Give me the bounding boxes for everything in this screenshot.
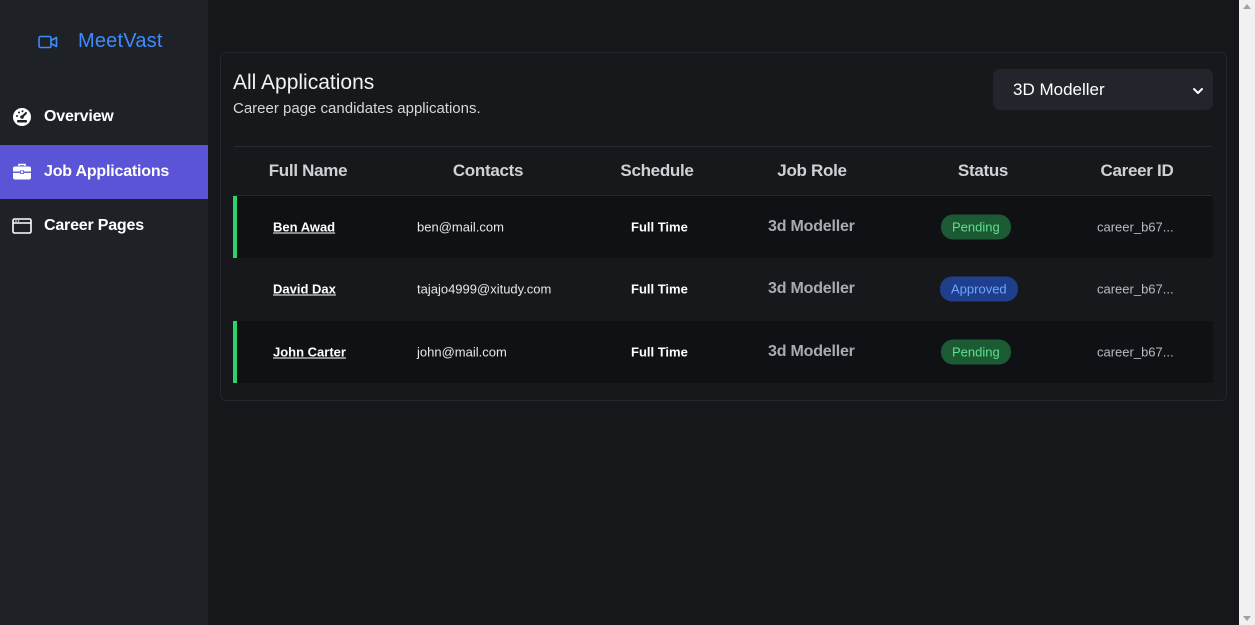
video-camera-icon bbox=[38, 35, 58, 49]
sidebar-item-overview[interactable]: Overview bbox=[0, 90, 208, 144]
table-row[interactable]: David Dax tajajo4999@xitudy.com Full Tim… bbox=[233, 258, 1213, 320]
candidate-schedule: Full Time bbox=[631, 219, 688, 235]
brand-name: MeetVast bbox=[78, 30, 163, 52]
page-title: All Applications bbox=[233, 71, 375, 94]
page-subtitle: Career page candidates applications. bbox=[233, 100, 481, 117]
sidebar-item-label: Job Applications bbox=[44, 163, 170, 180]
brand[interactable]: MeetVast bbox=[38, 30, 163, 53]
candidate-job-role: 3d Modeller bbox=[768, 343, 855, 360]
candidate-contact: john@mail.com bbox=[417, 344, 507, 360]
row-accent-bar bbox=[233, 196, 237, 258]
sidebar-item-label: Career Pages bbox=[44, 217, 144, 234]
candidate-name-link[interactable]: Ben Awad bbox=[273, 220, 335, 235]
column-header-full-name: Full Name bbox=[268, 161, 348, 180]
column-header-contacts: Contacts bbox=[452, 161, 524, 180]
career-id: career_b67... bbox=[1097, 219, 1174, 235]
status-badge: Approved bbox=[940, 276, 1018, 302]
scroll-up-arrow-icon[interactable] bbox=[1243, 4, 1251, 9]
browser-window-icon bbox=[12, 217, 32, 235]
table-row[interactable]: John Carter john@mail.com Full Time 3d M… bbox=[233, 321, 1213, 383]
status-badge: Pending bbox=[941, 339, 1011, 365]
column-header-schedule: Schedule bbox=[620, 161, 694, 180]
candidate-schedule: Full Time bbox=[631, 344, 688, 360]
row-accent-bar bbox=[233, 321, 237, 383]
column-header-career-id: Career ID bbox=[1100, 161, 1174, 180]
chevron-down-icon bbox=[1191, 83, 1205, 97]
status-badge: Pending bbox=[941, 214, 1011, 240]
career-id: career_b67... bbox=[1097, 344, 1174, 360]
divider bbox=[234, 146, 1212, 147]
candidate-contact: ben@mail.com bbox=[417, 219, 504, 235]
sidebar-item-career-pages[interactable]: Career Pages bbox=[0, 199, 208, 253]
sidebar-item-job-applications[interactable]: Job Applications bbox=[0, 145, 208, 199]
job-role-select-value: 3D Modeller bbox=[1013, 79, 1105, 99]
candidate-job-role: 3d Modeller bbox=[768, 218, 855, 235]
briefcase-icon bbox=[12, 163, 32, 181]
dashboard-gauge-icon bbox=[12, 108, 32, 126]
candidate-name-link[interactable]: David Dax bbox=[273, 282, 336, 297]
vertical-scrollbar[interactable] bbox=[1239, 0, 1255, 625]
table-row[interactable]: Ben Awad ben@mail.com Full Time 3d Model… bbox=[233, 196, 1213, 258]
scroll-down-arrow-icon[interactable] bbox=[1243, 616, 1251, 621]
column-header-job-role: Job Role bbox=[777, 161, 847, 180]
candidate-job-role: 3d Modeller bbox=[768, 280, 855, 297]
career-id: career_b67... bbox=[1097, 281, 1174, 297]
sidebar-item-label: Overview bbox=[44, 108, 114, 125]
candidate-schedule: Full Time bbox=[631, 281, 688, 297]
candidate-name-link[interactable]: John Carter bbox=[273, 345, 346, 360]
job-role-select[interactable]: 3D Modeller bbox=[993, 69, 1213, 110]
column-header-status: Status bbox=[957, 161, 1009, 180]
sidebar: MeetVast Overview Job Applications Caree… bbox=[0, 0, 208, 625]
candidate-contact: tajajo4999@xitudy.com bbox=[417, 281, 552, 297]
